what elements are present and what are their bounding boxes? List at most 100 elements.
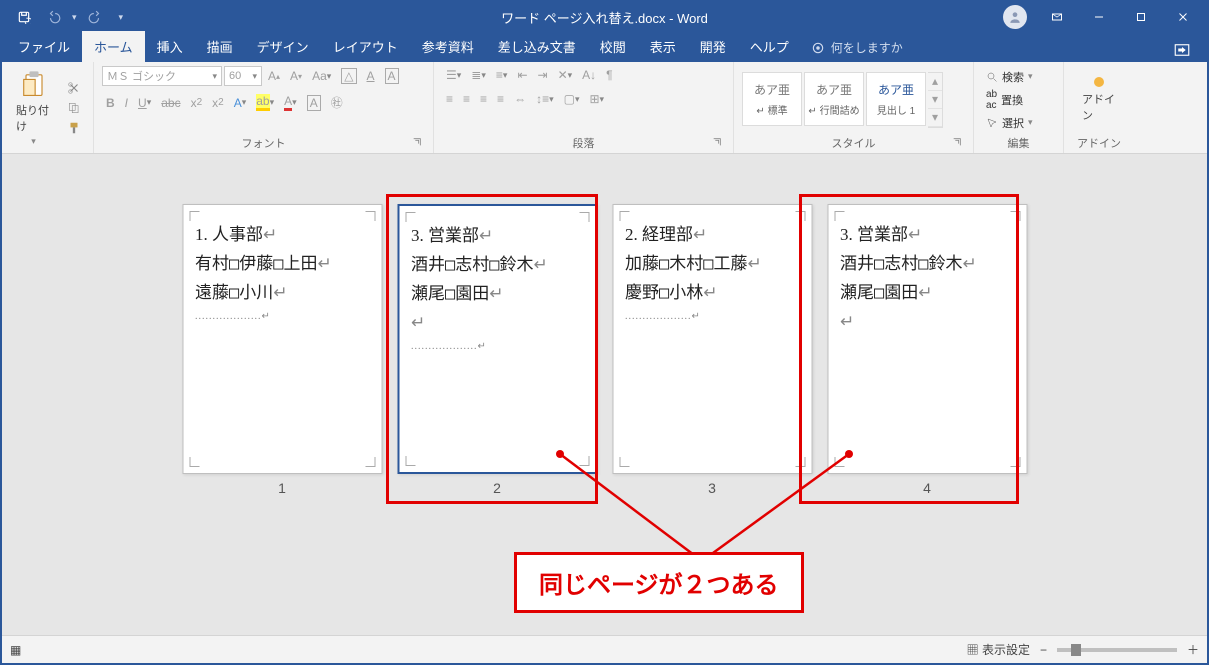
borders-button[interactable]: ⊞▾	[585, 90, 608, 108]
style-expand[interactable]: ▾	[928, 109, 942, 127]
tell-me-search[interactable]: 何をしますか	[801, 33, 913, 62]
autosave-icon[interactable]	[12, 5, 36, 29]
subscript-button[interactable]: x2	[187, 94, 207, 112]
character-shading-button[interactable]: A	[303, 93, 325, 113]
format-painter-button[interactable]	[63, 119, 85, 137]
paragraph-group-label: 段落	[573, 138, 595, 150]
tab-file[interactable]: ファイル	[6, 31, 82, 62]
group-editing: 検索▾ abac置換 選択▾ 編集	[974, 62, 1064, 153]
replace-button[interactable]: abac置換	[982, 88, 1037, 112]
minimize-button[interactable]	[1079, 2, 1119, 32]
decrease-indent-button[interactable]: ⇤	[513, 66, 531, 84]
show-marks-button[interactable]: ¶	[602, 66, 616, 84]
paste-dropdown-icon[interactable]: ▾	[31, 136, 36, 147]
shading-button[interactable]: ▢▾	[560, 90, 584, 108]
tab-mailings[interactable]: 差し込み文書	[486, 31, 588, 62]
tab-draw[interactable]: 描画	[195, 31, 245, 62]
zoom-in-button[interactable]: ＋	[1187, 641, 1199, 658]
highlight-button[interactable]: ab▾	[252, 92, 278, 113]
copy-button[interactable]	[63, 99, 85, 117]
font-name-select[interactable]: ＭＳ ゴシック▾	[102, 66, 222, 86]
tab-layout[interactable]: レイアウト	[321, 31, 410, 62]
sort-button[interactable]: A↓	[578, 66, 600, 84]
clear-formatting-button[interactable]: A	[363, 67, 379, 85]
share-button[interactable]	[1167, 38, 1197, 62]
undo-dropdown-icon[interactable]: ▾	[72, 12, 77, 23]
increase-indent-button[interactable]: ⇥	[534, 66, 552, 84]
page-thumbnail[interactable]: 2. 経理部↵加藤□木村□工藤↵慶野□小林↵..................…	[612, 204, 812, 496]
addin-icon	[1094, 77, 1104, 87]
text-effects-button[interactable]: A▾	[230, 94, 251, 112]
superscript-button[interactable]: x2	[208, 94, 228, 112]
justify-button[interactable]: ≡	[493, 90, 508, 108]
zoom-out-button[interactable]: −	[1040, 643, 1047, 657]
grow-font-button[interactable]: A▴	[264, 67, 284, 85]
font-size-value: 60	[229, 70, 241, 82]
style-scroll-up[interactable]: ▴	[928, 73, 942, 91]
font-dialog-launcher[interactable]	[411, 137, 423, 149]
line-spacing-button[interactable]: ↕≡▾	[532, 90, 558, 108]
document-canvas[interactable]: 1. 人事部↵有村□伊藤□上田↵遠藤□小川↵..................…	[2, 154, 1207, 635]
align-right-button[interactable]: ≡	[476, 90, 491, 108]
maximize-button[interactable]	[1121, 2, 1161, 32]
close-button[interactable]	[1163, 2, 1203, 32]
font-color-button[interactable]: A▾	[280, 92, 301, 113]
tab-developer[interactable]: 開発	[688, 31, 738, 62]
status-icon[interactable]: ▦	[10, 643, 21, 657]
tab-review[interactable]: 校閲	[588, 31, 638, 62]
tab-insert[interactable]: 挿入	[145, 31, 195, 62]
styles-dialog-launcher[interactable]	[951, 137, 963, 149]
underline-button[interactable]: U▾	[134, 94, 155, 112]
user-account-button[interactable]	[1003, 5, 1027, 29]
addin-button[interactable]: アドイン	[1072, 77, 1126, 123]
select-button[interactable]: 選択▾	[982, 114, 1037, 132]
zoom-slider[interactable]	[1057, 648, 1177, 652]
cut-button[interactable]	[63, 79, 85, 97]
redo-button[interactable]	[83, 5, 107, 29]
status-bar: ▦ ▦ 表示設定 − ＋	[2, 635, 1207, 663]
shrink-font-button[interactable]: A▾	[286, 67, 306, 85]
change-case-button[interactable]: Aa▾	[308, 67, 335, 85]
find-button[interactable]: 検索▾	[982, 68, 1037, 86]
tab-help[interactable]: ヘルプ	[738, 31, 801, 62]
style-normal[interactable]: あア亜 ↵ 標準	[742, 72, 802, 126]
addin-button-label: アドイン	[1082, 91, 1116, 123]
style-no-spacing[interactable]: あア亜 ↵ 行間詰め	[804, 72, 864, 126]
addin-group-label: アドイン	[1072, 133, 1126, 151]
page-thumbnail[interactable]: 1. 人事部↵有村□伊藤□上田↵遠藤□小川↵..................…	[182, 204, 382, 496]
tab-view[interactable]: 表示	[638, 31, 688, 62]
multilevel-list-button[interactable]: ≡▾	[492, 66, 512, 84]
tab-design[interactable]: デザイン	[245, 31, 321, 62]
bullets-button[interactable]: ☰▾	[442, 66, 465, 84]
font-size-select[interactable]: 60▾	[224, 66, 262, 86]
style-heading1[interactable]: あア亜 見出し 1	[866, 72, 926, 126]
align-left-button[interactable]: ≡	[442, 90, 457, 108]
distributed-button[interactable]: ⇔	[510, 90, 530, 108]
page-text-line: 2. 経理部↵	[625, 221, 799, 250]
styles-group-label: スタイル	[832, 138, 876, 150]
tab-references[interactable]: 参考資料	[410, 31, 486, 62]
bold-button[interactable]: B	[102, 94, 119, 112]
italic-button[interactable]: I	[121, 94, 132, 112]
editing-group-label: 編集	[982, 133, 1055, 151]
tab-home[interactable]: ホーム	[82, 31, 145, 62]
strikethrough-button[interactable]: abc	[157, 94, 184, 112]
paste-label: 貼り付け	[16, 102, 51, 134]
page-text-line: 1. 人事部↵	[195, 221, 369, 250]
undo-button[interactable]	[42, 5, 66, 29]
asian-layout-button[interactable]: ✕▾	[554, 66, 577, 84]
phonetic-guide-button[interactable]: △	[337, 66, 360, 86]
paste-button[interactable]: 貼り付け ▾	[10, 66, 57, 149]
enclose-char-button[interactable]: A	[381, 66, 403, 86]
ribbon-options-button[interactable]	[1037, 2, 1077, 32]
display-settings-button[interactable]: ▦ 表示設定	[967, 641, 1030, 658]
style-scroll-down[interactable]: ▾	[928, 91, 942, 109]
qat-customize-icon[interactable]: ▾	[119, 12, 124, 23]
group-paragraph: ☰▾ ≣▾ ≡▾ ⇤ ⇥ ✕▾ A↓ ¶ ≡ ≡ ≡ ≡ ⇔ ↕≡▾ ▢▾ ⊞▾…	[434, 62, 734, 153]
page-number-label: 1	[278, 480, 286, 496]
enclose-circle-button[interactable]: ㊓	[327, 92, 347, 113]
numbering-button[interactable]: ≣▾	[467, 66, 490, 84]
ribbon-tabs: ファイル ホーム 挿入 描画 デザイン レイアウト 参考資料 差し込み文書 校閲…	[2, 32, 1207, 62]
align-center-button[interactable]: ≡	[459, 90, 474, 108]
paragraph-dialog-launcher[interactable]	[711, 137, 723, 149]
